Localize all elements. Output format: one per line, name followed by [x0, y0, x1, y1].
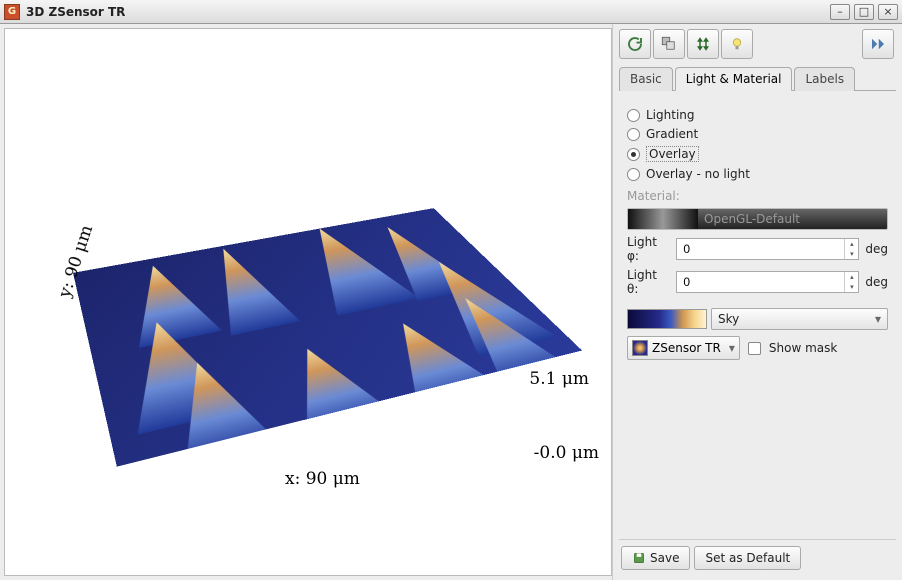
source-name: ZSensor TR	[652, 341, 721, 355]
tab-content: Lighting Gradient Overlay Overlay - no l…	[619, 91, 896, 539]
show-mask-checkbox[interactable]	[748, 342, 761, 355]
radio-label: Gradient	[646, 127, 698, 141]
light-phi-input[interactable]: ▴▾	[676, 238, 859, 260]
z-max-label: 5.1 μm	[529, 369, 589, 389]
gradient-selector[interactable]: Sky	[711, 308, 888, 330]
3d-view-pane[interactable]: y: 90 μm x: 90 μm 5.1 μm -0.0 μm	[4, 28, 612, 576]
light-theta-field[interactable]	[677, 272, 844, 292]
lightbulb-icon	[728, 35, 746, 53]
save-button[interactable]: Save	[621, 546, 690, 570]
tabs: Basic Light & Material Labels	[619, 66, 896, 91]
lighting-button[interactable]	[721, 29, 753, 59]
radio-label: Overlay	[646, 146, 699, 162]
up-down-arrows-icon	[694, 35, 712, 53]
gradient-preview	[627, 309, 707, 329]
radio-overlay[interactable]: Overlay	[627, 146, 888, 162]
titlebar: G 3D ZSensor TR – □ ×	[0, 0, 902, 24]
light-phi-label: Light φ:	[627, 235, 670, 263]
scale-button[interactable]	[687, 29, 719, 59]
window-title: 3D ZSensor TR	[26, 5, 830, 19]
spin-down-icon[interactable]: ▾	[845, 249, 858, 259]
refresh-icon	[626, 35, 644, 53]
spin-up-icon[interactable]: ▴	[845, 239, 858, 249]
tab-light-material[interactable]: Light & Material	[675, 67, 793, 91]
gradient-name: Sky	[718, 312, 739, 326]
material-selector: OpenGL-Default	[627, 208, 888, 230]
layers-icon	[660, 35, 678, 53]
material-name: OpenGL-Default	[704, 212, 800, 226]
source-thumbnail	[632, 340, 648, 356]
light-phi-unit: deg	[865, 242, 888, 256]
set-default-button[interactable]: Set as Default	[694, 546, 801, 570]
light-theta-input[interactable]: ▴▾	[676, 271, 859, 293]
spin-down-icon[interactable]: ▾	[845, 282, 858, 292]
3d-surface	[73, 208, 582, 467]
material-preview	[628, 209, 698, 229]
x-axis-label: x: 90 μm	[285, 469, 360, 489]
radio-dot-icon	[627, 148, 640, 161]
bottom-buttons: Save Set as Default	[619, 539, 896, 576]
fast-forward-icon	[869, 35, 887, 53]
fast-forward-button[interactable]	[862, 29, 894, 59]
set-default-button-label: Set as Default	[705, 551, 790, 565]
radio-dot-icon	[627, 109, 640, 122]
save-icon	[632, 551, 646, 565]
refresh-button[interactable]	[619, 29, 651, 59]
radio-label: Lighting	[646, 108, 695, 122]
radio-gradient[interactable]: Gradient	[627, 127, 888, 141]
side-panel: Basic Light & Material Labels Lighting G…	[612, 24, 902, 580]
light-phi-field[interactable]	[677, 239, 844, 259]
show-mask-label: Show mask	[769, 341, 837, 355]
radio-dot-icon	[627, 128, 640, 141]
toolbar	[619, 28, 896, 60]
radio-overlay-no-light[interactable]: Overlay - no light	[627, 167, 888, 181]
radio-dot-icon	[627, 168, 640, 181]
save-button-label: Save	[650, 551, 679, 565]
radio-label: Overlay - no light	[646, 167, 750, 181]
light-theta-unit: deg	[865, 275, 888, 289]
radio-lighting[interactable]: Lighting	[627, 108, 888, 122]
spin-up-icon[interactable]: ▴	[845, 272, 858, 282]
app-icon: G	[4, 4, 20, 20]
minimize-button[interactable]: –	[830, 4, 850, 20]
layers-button[interactable]	[653, 29, 685, 59]
tab-labels[interactable]: Labels	[794, 67, 855, 91]
maximize-button[interactable]: □	[854, 4, 874, 20]
material-label: Material:	[627, 189, 687, 203]
close-button[interactable]: ×	[878, 4, 898, 20]
z-min-label: -0.0 μm	[534, 443, 599, 463]
tab-basic[interactable]: Basic	[619, 67, 673, 91]
source-selector[interactable]: ZSensor TR	[627, 336, 740, 360]
light-theta-label: Light θ:	[627, 268, 670, 296]
